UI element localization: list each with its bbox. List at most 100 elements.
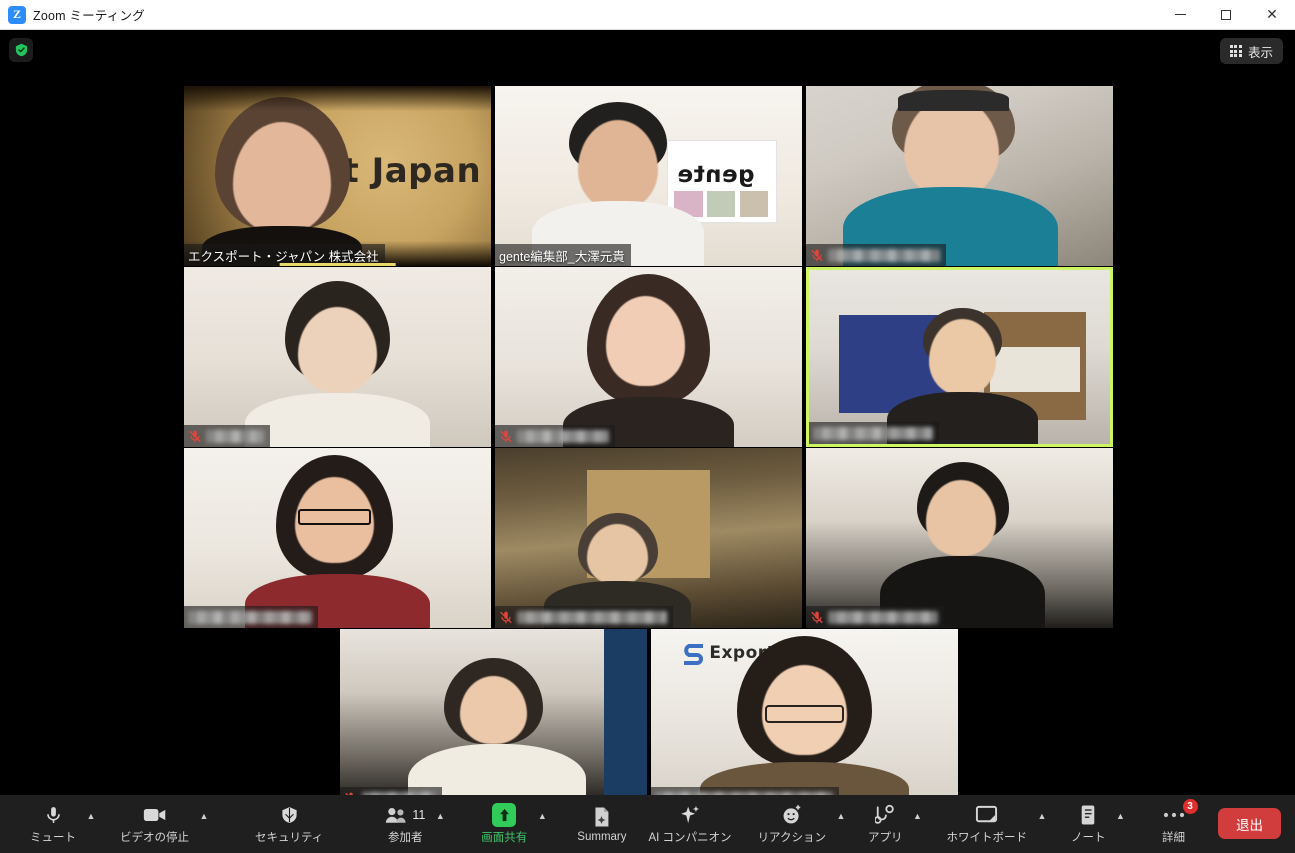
apps-label: アプリ: [868, 831, 903, 844]
participant-grid: rt Japan エクスポート・ジャパン 株式会社 gente: [184, 86, 1113, 809]
participant-name-blurred: [517, 429, 609, 443]
whiteboard-label: ホワイトボード: [946, 831, 1028, 844]
maximize-button[interactable]: [1203, 0, 1249, 29]
notes-options-caret[interactable]: ▲: [1112, 795, 1130, 853]
notes-group: ノート ▲: [1065, 795, 1130, 853]
participant-name-blurred: [828, 248, 940, 262]
participant-name-bar: [495, 606, 673, 628]
participant-name-bar: [184, 606, 318, 628]
participant-video: Export: [651, 629, 958, 809]
export-japan-logo-icon: [683, 644, 703, 666]
encryption-badge[interactable]: [9, 38, 33, 62]
participant-tile[interactable]: [495, 448, 802, 628]
zoom-logo-icon: Z: [8, 5, 26, 24]
reactions-label: リアクション: [757, 831, 826, 844]
reactions-options-caret[interactable]: ▲: [832, 795, 850, 853]
active-speaker-indicator: [279, 263, 396, 266]
participant-video: [495, 267, 802, 447]
apps-icon: [875, 804, 895, 826]
participant-tile[interactable]: [806, 448, 1113, 628]
more-badge: 3: [1182, 798, 1198, 814]
participant-video: gente: [495, 86, 802, 266]
minimize-button[interactable]: [1157, 0, 1203, 29]
share-screen-button[interactable]: 画面共有: [475, 795, 533, 853]
microphone-icon: [44, 804, 63, 826]
participant-name-bar: gente編集部_大澤元貴: [495, 244, 631, 266]
participant-name: エクスポート・ジャパン 株式会社: [188, 249, 379, 264]
participant-name-bar: [806, 606, 944, 628]
participant-tile[interactable]: Export: [651, 629, 958, 809]
participant-tile[interactable]: [806, 86, 1113, 266]
close-button[interactable]: ✕: [1249, 0, 1295, 29]
participants-button[interactable]: 11 参加者: [379, 795, 431, 853]
participant-tile[interactable]: gente gente編集部_大澤元貴: [495, 86, 802, 266]
participant-tile[interactable]: [340, 629, 647, 809]
participant-video: [184, 448, 491, 628]
mute-group: ミュート ▲: [24, 795, 100, 853]
participant-name-bar: [806, 244, 946, 266]
participant-tile[interactable]: rt Japan エクスポート・ジャパン 株式会社: [184, 86, 491, 266]
video-stage: 表示 rt Japan エクスポート・ジャパン 株式会社: [0, 30, 1295, 809]
participants-count: 11: [412, 807, 426, 822]
ai-companion-button[interactable]: AI コンパニオン: [643, 795, 738, 853]
participant-video: rt Japan: [184, 86, 491, 266]
notes-icon: [1079, 804, 1097, 826]
ellipsis-icon: 3: [1162, 798, 1198, 826]
participant-tile-active-speaker[interactable]: [806, 267, 1113, 447]
participant-video: [806, 86, 1113, 266]
mic-muted-icon: [499, 610, 513, 625]
reactions-button[interactable]: リアクション: [752, 795, 832, 853]
title-bar: Z Zoom ミーティング ✕: [0, 0, 1295, 30]
participant-name-blurred: [813, 426, 933, 440]
meeting-toolbar: ミュート ▲ ビデオの停止 ▲ セキュリティ 11 参加者 ▲ 画面共有 ▲ S…: [0, 795, 1295, 853]
mute-options-caret[interactable]: ▲: [82, 795, 100, 853]
shield-check-icon: [15, 43, 27, 57]
participant-tile[interactable]: [184, 267, 491, 447]
participant-name-bar: [495, 425, 615, 447]
zoom-meeting-window: Z Zoom ミーティング ✕ 表示 エクスポート・ジャパン 株式会社 gent…: [0, 0, 1295, 853]
minimize-icon: [1174, 14, 1186, 15]
security-button[interactable]: セキュリティ: [249, 795, 329, 853]
participants-options-caret[interactable]: ▲: [431, 795, 449, 853]
participant-name-blurred: [517, 610, 667, 624]
participant-video: [495, 448, 802, 628]
mic-muted-icon: [188, 429, 202, 444]
whiteboard-options-caret[interactable]: ▲: [1033, 795, 1051, 853]
participant-tile[interactable]: [495, 267, 802, 447]
reactions-group: リアクション ▲: [752, 795, 850, 853]
apps-options-caret[interactable]: ▲: [909, 795, 927, 853]
more-button[interactable]: 3 詳細: [1152, 795, 1198, 853]
close-icon: ✕: [1266, 6, 1278, 23]
mute-button[interactable]: ミュート: [24, 795, 82, 853]
stop-video-label: ビデオの停止: [120, 831, 189, 844]
camera-icon: [143, 804, 167, 826]
view-button[interactable]: 表示: [1219, 38, 1283, 64]
security-label: セキュリティ: [255, 831, 324, 844]
participant-name-blurred: [206, 429, 264, 443]
smiley-plus-icon: [781, 804, 803, 826]
summary-label: Summary: [577, 830, 627, 843]
summary-doc-sparkle-icon: [592, 806, 611, 828]
participant-tile[interactable]: [184, 448, 491, 628]
window-title: Zoom ミーティング: [33, 9, 145, 23]
more-label: 詳細: [1162, 831, 1185, 844]
ai-companion-label: AI コンパニオン: [648, 831, 732, 844]
participant-name-blurred: [188, 610, 312, 624]
share-group: 画面共有 ▲: [475, 795, 551, 853]
apps-button[interactable]: アプリ: [862, 795, 909, 853]
share-options-caret[interactable]: ▲: [533, 795, 551, 853]
shield-icon: [280, 804, 299, 826]
tile-background-text: gente: [676, 162, 755, 188]
whiteboard-button[interactable]: ホワイトボード: [941, 795, 1034, 853]
summary-button[interactable]: Summary: [571, 795, 632, 853]
mic-muted-icon: [810, 610, 824, 625]
video-options-caret[interactable]: ▲: [195, 795, 213, 853]
stop-video-button[interactable]: ビデオの停止: [114, 795, 195, 853]
whiteboard-group: ホワイトボード ▲: [941, 795, 1052, 853]
participant-video: [806, 448, 1113, 628]
leave-button[interactable]: 退出: [1218, 808, 1281, 839]
participant-video: [809, 270, 1110, 444]
notes-button[interactable]: ノート: [1065, 795, 1112, 853]
people-icon: 11: [385, 804, 425, 826]
apps-group: アプリ ▲: [862, 795, 927, 853]
